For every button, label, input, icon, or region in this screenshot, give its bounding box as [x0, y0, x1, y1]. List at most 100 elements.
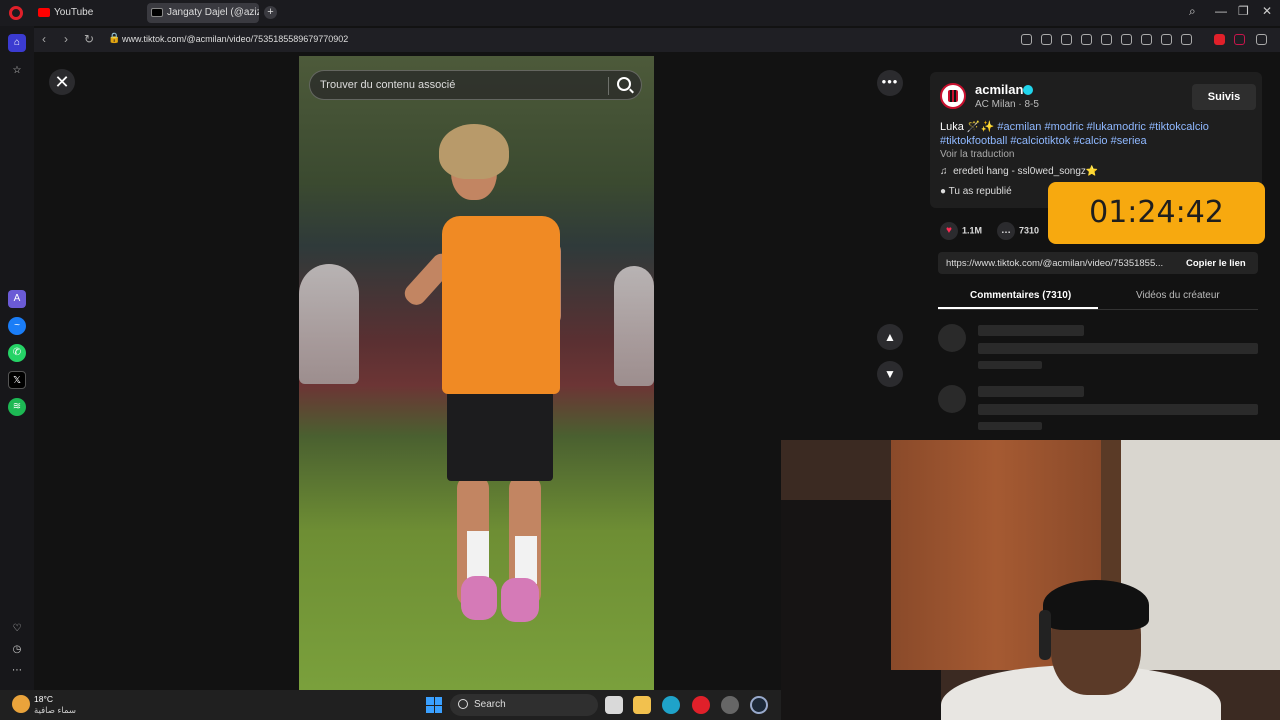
active-tab-indicator [938, 307, 1098, 309]
comment-icon[interactable]: … [997, 222, 1016, 240]
tab-creator-videos[interactable]: Vidéos du créateur [1136, 290, 1220, 301]
player-figure [501, 578, 539, 622]
tab-label: Jangaty Dajel (@azizy [167, 7, 259, 18]
history-icon[interactable]: ◷ [8, 641, 26, 659]
search-placeholder: Trouver du contenu associé [320, 79, 456, 91]
tab-youtube[interactable]: YouTube [34, 3, 142, 23]
more-icon[interactable]: ⋯ [8, 662, 26, 680]
home-icon[interactable]: ⌂ [8, 34, 26, 52]
windows-start-icon[interactable] [426, 697, 442, 713]
forward-icon[interactable]: › [64, 32, 68, 46]
repost-indicator: ● Tu as republié [940, 186, 1012, 197]
heart-icon[interactable]: ♡ [8, 620, 26, 638]
tab-tiktok[interactable]: Jangaty Dajel (@azizy [147, 3, 259, 23]
aria-icon[interactable]: A [8, 290, 26, 308]
post-caption: Luka 🪄✨ #acmilan #modric #lukamodric #ti… [940, 120, 1240, 148]
player-figure [461, 576, 497, 620]
cube-icon[interactable] [1256, 34, 1267, 45]
share-link[interactable]: https://www.tiktok.com/@acmilan/video/75… [946, 258, 1178, 269]
play-icon[interactable] [1101, 34, 1112, 45]
lock-icon: 🔒 [108, 33, 121, 44]
chevron-down-icon[interactable]: ▼ [877, 361, 903, 387]
loading-placeholder [978, 361, 1042, 369]
avatar[interactable] [940, 83, 966, 109]
webcam-scene [1121, 440, 1280, 670]
username[interactable]: acmilan [975, 82, 1023, 97]
close-window-icon[interactable]: ✕ [1262, 4, 1272, 18]
messenger-icon[interactable]: ~ [8, 317, 26, 335]
opera-logo-icon[interactable] [9, 6, 23, 20]
task-view-icon[interactable] [605, 696, 623, 714]
opera-ext-icon[interactable] [1214, 34, 1225, 45]
url-field[interactable]: www.tiktok.com/@acmilan/video/7535185589… [122, 34, 348, 44]
trophy-graphic [299, 264, 359, 384]
opera-taskbar-icon[interactable] [692, 696, 710, 714]
tiktok-icon [151, 8, 163, 17]
loading-placeholder [938, 385, 966, 413]
more-options-button[interactable]: ••• [877, 70, 903, 96]
heart-icon[interactable] [1121, 34, 1132, 45]
like-count: 1.1M [962, 225, 983, 236]
post-date: 8-5 [1024, 99, 1039, 110]
app-icon[interactable] [721, 696, 739, 714]
shield-icon[interactable] [1061, 34, 1072, 45]
wallet-icon[interactable] [1161, 34, 1172, 45]
webcam-person [1039, 610, 1051, 660]
like-icon[interactable]: ♥ [940, 222, 958, 240]
taskbar-search-placeholder: Search [474, 699, 506, 710]
player-figure [467, 531, 489, 579]
star-icon[interactable]: ☆ [8, 62, 26, 80]
loading-placeholder [978, 325, 1084, 336]
music-link[interactable]: ♫ eredeti hang - ssl0wed_songz⭐ [940, 166, 1098, 177]
youtube-icon [38, 8, 50, 17]
music-note-icon: ♫ [940, 166, 948, 177]
loading-placeholder [978, 404, 1258, 415]
video-player[interactable]: Trouver du contenu associé [299, 56, 654, 690]
reload-icon[interactable]: ↻ [84, 32, 94, 46]
x-icon[interactable]: 𝕏 [8, 371, 26, 389]
taskbar-search-input[interactable]: Search [450, 694, 598, 716]
loading-placeholder [938, 324, 966, 352]
weather-description: سماء صافية [34, 705, 76, 715]
weather-temperature[interactable]: 18°C [34, 694, 53, 704]
vpn-icon[interactable] [1234, 34, 1245, 45]
webcam-person [1043, 580, 1149, 630]
browser-tab-bar: YouTube Jangaty Dajel (@azizy + ⌕ — ❐ ✕ [0, 0, 1280, 26]
music-title: eredeti hang - ssl0wed_songz⭐ [953, 166, 1099, 177]
weather-icon[interactable] [12, 695, 30, 713]
windows-taskbar: 18°C سماء صافية Search [0, 690, 781, 720]
tab-comments[interactable]: Commentaires (7310) [970, 290, 1071, 301]
camera-icon[interactable] [1041, 34, 1052, 45]
spotify-icon[interactable]: ≋ [8, 398, 26, 416]
profile-icon[interactable] [1181, 34, 1192, 45]
loading-placeholder [978, 422, 1042, 430]
divider [608, 77, 609, 95]
loading-placeholder [978, 386, 1084, 397]
copy-link-button[interactable]: Copier le lien [1186, 258, 1246, 269]
trophy-graphic [614, 266, 654, 386]
follow-button[interactable]: Suivis [1192, 84, 1256, 110]
browser-sidebar: ⌂ ☆ A ~ ✆ 𝕏 ≋ ♡ ◷ ⋯ [0, 26, 34, 690]
player-figure [439, 124, 509, 179]
close-video-button[interactable]: ✕ [49, 69, 75, 95]
extension-icon[interactable] [1081, 34, 1092, 45]
repost-avatar-icon: ● [940, 186, 947, 197]
whatsapp-icon[interactable]: ✆ [8, 344, 26, 362]
steam-icon[interactable] [750, 696, 768, 714]
search-icon[interactable] [617, 77, 631, 91]
chevron-up-icon[interactable]: ▲ [877, 324, 903, 350]
maximize-icon[interactable]: ❐ [1238, 4, 1249, 18]
edit-icon[interactable] [1021, 34, 1032, 45]
related-search-input[interactable]: Trouver du contenu associé [309, 70, 642, 100]
player-figure [447, 391, 553, 481]
download-icon[interactable] [1141, 34, 1152, 45]
back-icon[interactable]: ‹ [42, 32, 46, 46]
timer-widget: 01:24:42 [1048, 182, 1265, 244]
minimize-icon[interactable]: — [1215, 4, 1227, 18]
edge-icon[interactable] [662, 696, 680, 714]
search-tabs-icon[interactable]: ⌕ [1189, 4, 1196, 19]
translate-link[interactable]: Voir la traduction [940, 149, 1015, 160]
file-explorer-icon[interactable] [633, 696, 651, 714]
search-icon [458, 699, 468, 709]
new-tab-button[interactable]: + [264, 6, 277, 19]
